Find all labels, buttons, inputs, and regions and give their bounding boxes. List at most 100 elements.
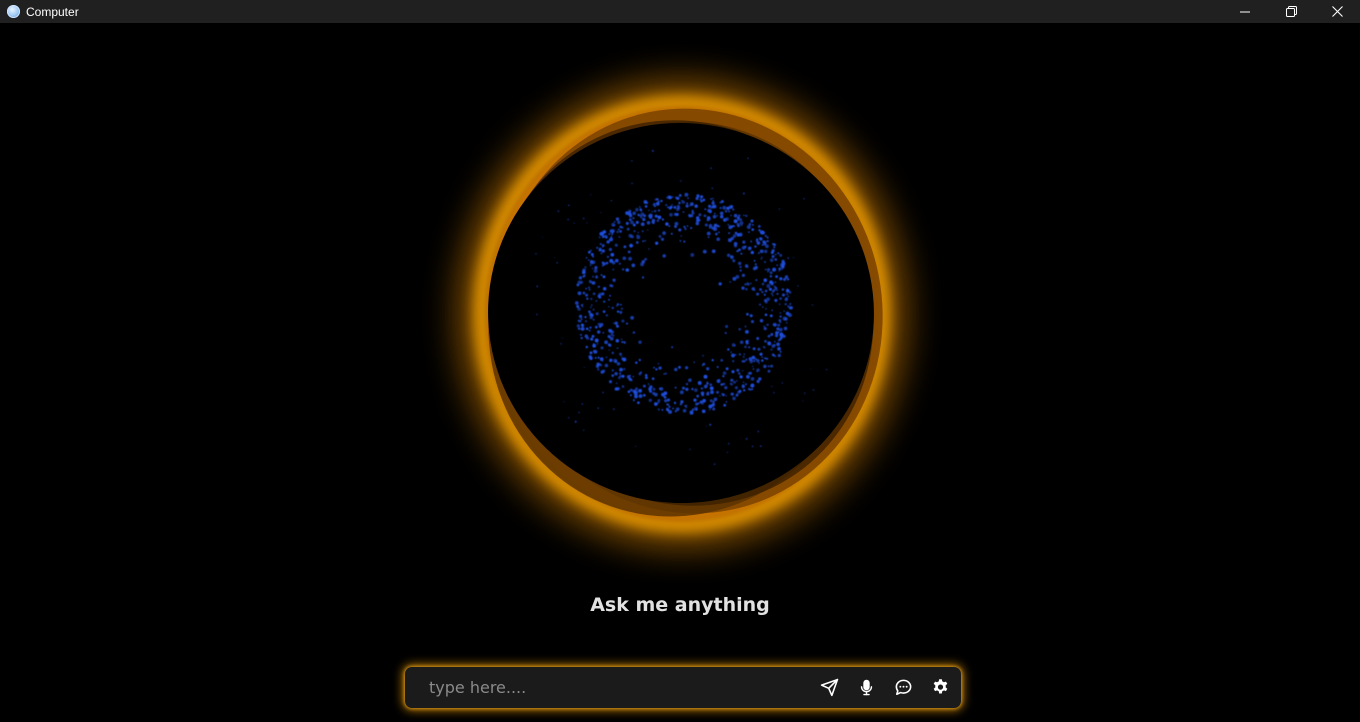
microphone-button[interactable] — [848, 669, 885, 706]
close-button[interactable] — [1314, 0, 1360, 23]
particle — [761, 290, 764, 294]
particle — [669, 205, 673, 209]
particle — [642, 384, 646, 388]
particle — [625, 268, 630, 272]
settings-button[interactable] — [922, 669, 959, 706]
particle — [742, 381, 745, 384]
particle — [737, 372, 741, 375]
particle — [691, 211, 695, 215]
particle — [678, 201, 681, 205]
particle — [774, 340, 776, 343]
particle — [599, 357, 604, 361]
particle — [712, 204, 717, 209]
particle — [700, 197, 702, 200]
particle — [781, 288, 785, 291]
particle — [739, 269, 742, 272]
particle — [716, 237, 720, 241]
particle — [765, 307, 767, 310]
particle — [745, 330, 749, 334]
particle-outlier — [556, 261, 559, 264]
particle — [695, 221, 700, 226]
particle — [671, 196, 674, 198]
particle — [600, 364, 603, 367]
particle — [764, 234, 767, 238]
particle — [623, 245, 627, 249]
particle — [766, 268, 771, 272]
particle — [642, 217, 646, 222]
minimize-button[interactable] — [1222, 0, 1268, 23]
particle — [777, 346, 781, 351]
particle — [769, 314, 773, 318]
particle — [615, 338, 620, 343]
particle — [637, 401, 640, 405]
particle — [754, 263, 757, 266]
particle — [588, 288, 591, 291]
particle — [616, 230, 619, 234]
particle — [691, 387, 694, 391]
particle — [594, 338, 599, 343]
particle-outlier — [751, 445, 754, 448]
particle — [750, 385, 753, 388]
particle — [690, 214, 694, 218]
particle — [584, 320, 588, 323]
title-bar[interactable]: Computer — [0, 0, 1360, 23]
particle — [598, 236, 601, 239]
particle — [787, 313, 792, 318]
restore-button[interactable] — [1268, 0, 1314, 23]
particle — [608, 298, 610, 301]
particle — [588, 355, 593, 359]
particle — [694, 406, 698, 411]
particle — [770, 348, 773, 351]
particle — [713, 223, 717, 227]
particle — [648, 209, 650, 212]
send-button[interactable] — [811, 669, 848, 706]
particle — [722, 382, 726, 386]
particle — [726, 206, 730, 210]
particle — [721, 393, 725, 397]
particle — [653, 366, 655, 369]
particle — [785, 321, 788, 324]
particle-outlier — [561, 337, 563, 339]
particle — [604, 235, 608, 239]
particle — [597, 285, 600, 288]
particle-outlier — [573, 222, 575, 225]
particle — [730, 214, 732, 217]
particle — [620, 355, 623, 358]
particle — [585, 327, 589, 331]
particle — [662, 231, 666, 235]
particle — [706, 392, 710, 396]
particle — [702, 198, 706, 202]
particle — [618, 262, 621, 265]
particle — [740, 252, 743, 255]
particle — [580, 336, 583, 340]
particle — [670, 232, 673, 235]
particle — [611, 306, 615, 310]
particle — [680, 400, 684, 404]
particle — [655, 241, 659, 245]
particle — [744, 283, 747, 286]
particle-outlier — [554, 257, 556, 259]
particle — [779, 315, 782, 318]
particle-outlier — [635, 445, 637, 447]
particle — [759, 352, 763, 356]
particle — [608, 247, 613, 252]
particle-outlier — [745, 437, 748, 440]
particle — [663, 391, 668, 396]
particle — [595, 275, 598, 277]
particle — [638, 340, 642, 344]
particle — [648, 398, 652, 402]
particle — [720, 383, 724, 386]
particle-outlier — [811, 304, 814, 306]
chat-button[interactable] — [885, 669, 922, 706]
particle — [592, 275, 594, 278]
particle — [742, 355, 745, 358]
particle — [750, 219, 754, 223]
particle — [673, 401, 677, 405]
particle — [594, 356, 597, 359]
particle-outlier — [770, 385, 773, 388]
particle — [700, 387, 704, 390]
particle — [671, 346, 674, 349]
particle — [756, 292, 760, 296]
chat-text-input[interactable] — [427, 671, 811, 704]
particle — [638, 394, 643, 399]
